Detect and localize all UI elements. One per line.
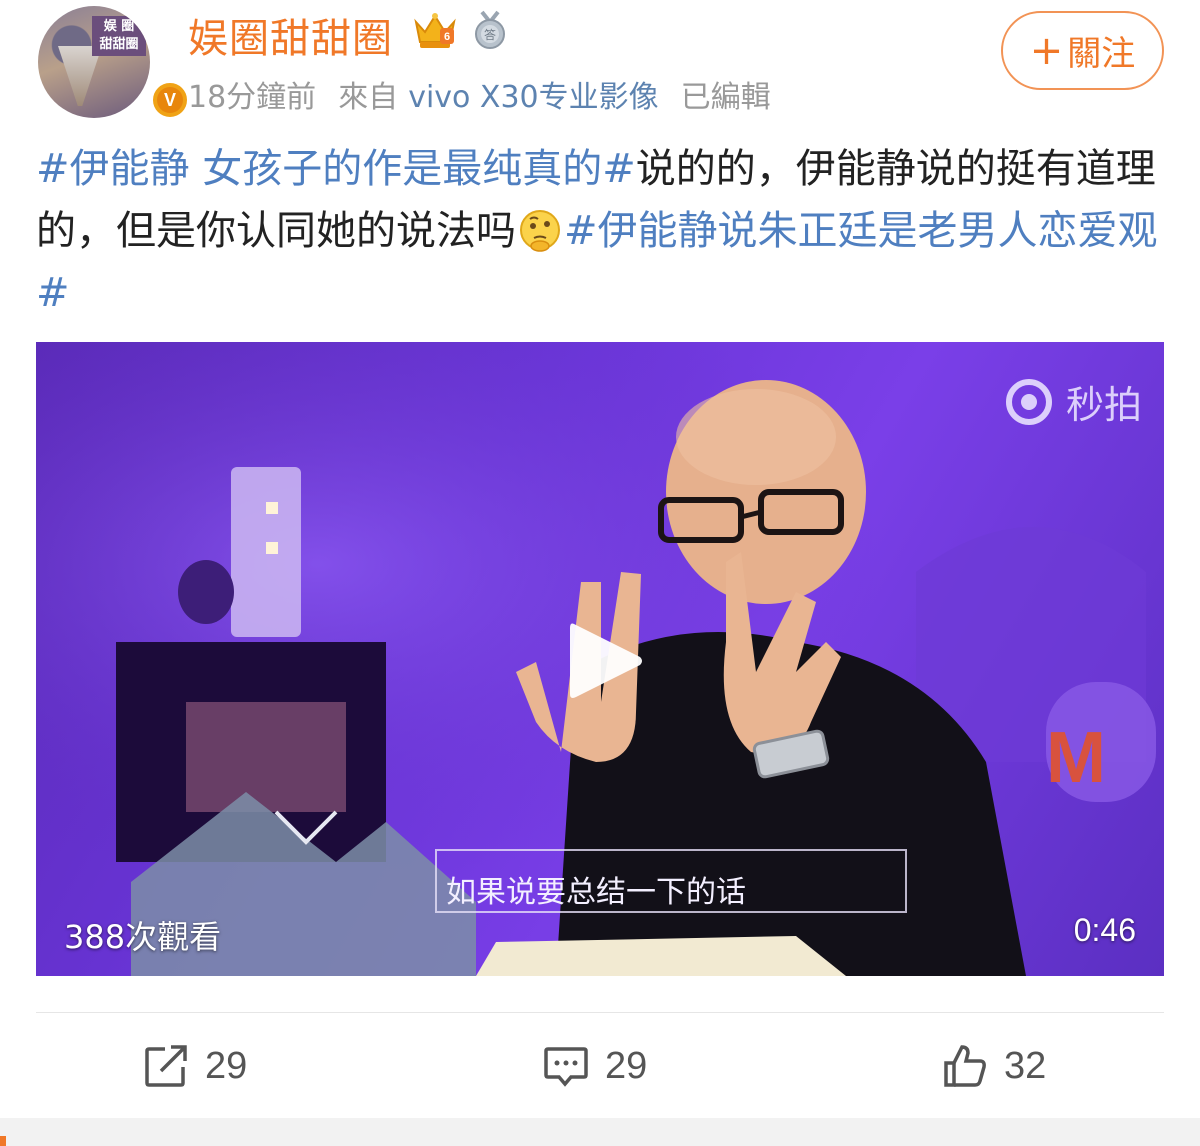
video-subtitle: 如果说要总结一下的话 bbox=[446, 875, 746, 910]
repost-button[interactable]: 29 bbox=[143, 1040, 247, 1092]
watermark-text: 秒拍 bbox=[1065, 383, 1142, 427]
post-time: 18分鐘前 bbox=[188, 80, 317, 115]
svg-text:6: 6 bbox=[444, 31, 450, 43]
like-button[interactable]: 32 bbox=[942, 1040, 1046, 1092]
repost-icon bbox=[145, 1045, 187, 1087]
edited-label[interactable]: 已編輯 bbox=[681, 80, 771, 115]
plus-icon: + bbox=[1029, 27, 1064, 74]
thumbs-up-icon bbox=[944, 1045, 986, 1087]
avatar[interactable]: 娱 圈甜甜圈 V bbox=[38, 6, 190, 120]
topic-link[interactable]: #伊能静 女孩子的作是最纯真的# bbox=[36, 146, 636, 192]
miaopai-logo-icon bbox=[1005, 378, 1052, 425]
follow-label: 關注 bbox=[1067, 34, 1136, 74]
crown-vip-icon[interactable]: 6 bbox=[412, 10, 458, 50]
post-content: #伊能静 女孩子的作是最纯真的#说的的，伊能静说的挺有道理的，但是你认同她的说法… bbox=[36, 138, 1166, 324]
post-meta: 18分鐘前 來自 vivo X30专业影像 已編輯 bbox=[188, 72, 793, 116]
like-count: 32 bbox=[1004, 1044, 1047, 1087]
medal-icon[interactable]: 答 bbox=[470, 10, 510, 50]
verified-badge-icon: V bbox=[150, 80, 190, 120]
video-player[interactable]: M 秒拍 如果说要总结一下的话 388次觀看 0:46 bbox=[36, 342, 1164, 976]
play-icon[interactable] bbox=[568, 620, 644, 702]
follow-button[interactable]: + 關注 bbox=[1001, 11, 1164, 90]
repost-count: 29 bbox=[205, 1044, 248, 1087]
username[interactable]: 娱圈甜甜圈 bbox=[188, 6, 393, 64]
svg-text:M: M bbox=[1046, 718, 1106, 798]
video-duration: 0:46 bbox=[1073, 912, 1136, 948]
miaopai-watermark: 秒拍 bbox=[1004, 374, 1142, 429]
svg-text:答: 答 bbox=[484, 27, 496, 42]
avatar-image: 娱 圈甜甜圈 bbox=[38, 6, 150, 118]
divider bbox=[36, 1012, 1164, 1013]
view-count: 388次觀看 bbox=[64, 918, 222, 956]
thinking-face-emoji-icon bbox=[520, 210, 560, 252]
comment-button[interactable]: 29 bbox=[543, 1040, 647, 1092]
weibo-post: 娱 圈甜甜圈 V 娱圈甜甜圈 6 答 18分鐘前 來自 vivo X30专业影像 已編… bbox=[0, 0, 1200, 1146]
avatar-sign-text: 娱 圈甜甜圈 bbox=[92, 16, 146, 56]
bottom-separator bbox=[0, 1118, 1200, 1146]
source-device[interactable]: vivo X30专业影像 bbox=[408, 80, 658, 115]
comment-icon bbox=[544, 1047, 588, 1087]
comment-count: 29 bbox=[605, 1044, 648, 1087]
source-prefix: 來自 bbox=[338, 80, 399, 115]
